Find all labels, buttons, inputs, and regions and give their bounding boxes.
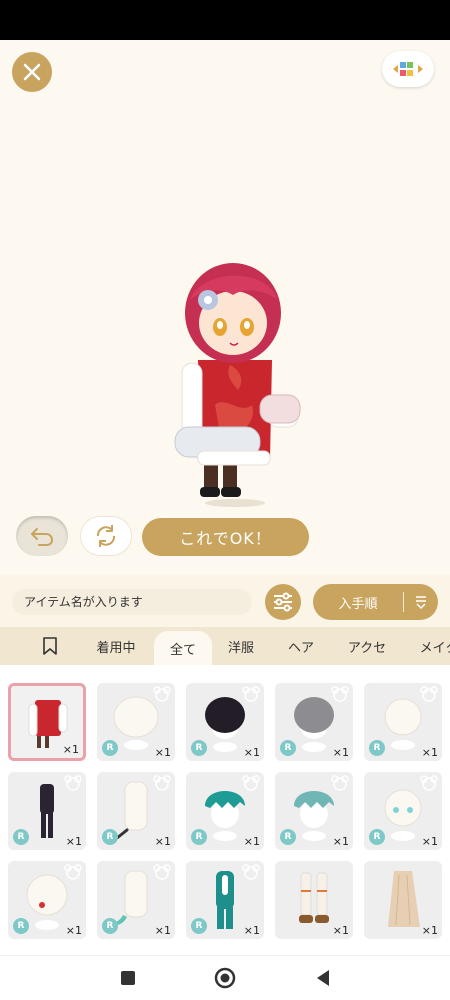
item-tile[interactable]: R ×1 — [97, 861, 175, 939]
item-quantity: ×1 — [154, 746, 171, 759]
item-quantity: ×1 — [243, 746, 260, 759]
item-tile[interactable]: R ×1 — [275, 772, 353, 850]
item-quantity: ×1 — [421, 746, 438, 759]
bear-icon — [242, 686, 260, 702]
item-quantity: ×1 — [154, 835, 171, 848]
confirm-button[interactable]: これでOK！ — [142, 518, 309, 556]
item-quantity: ×1 — [332, 924, 349, 937]
recents-button[interactable] — [113, 963, 143, 993]
close-button[interactable] — [12, 52, 52, 92]
rotate-icon — [96, 525, 116, 547]
item-tile[interactable]: ×1 — [8, 683, 86, 761]
item-tile[interactable]: R ×1 — [186, 772, 264, 850]
item-tile[interactable]: R ×1 — [364, 683, 442, 761]
tab-clothes[interactable]: 洋服 — [220, 627, 262, 665]
square-icon — [121, 971, 135, 985]
item-quantity: ×1 — [154, 924, 171, 937]
item-quantity: ×1 — [332, 746, 349, 759]
sort-button[interactable]: 入手順 — [313, 584, 438, 620]
bear-icon — [153, 686, 171, 702]
bear-icon — [242, 864, 260, 880]
bear-icon — [331, 686, 349, 702]
bookmark-icon — [43, 637, 57, 655]
item-quantity: ×1 — [62, 743, 79, 756]
item-quantity: ×1 — [421, 835, 438, 848]
tab-hair[interactable]: ヘア — [280, 627, 322, 665]
item-quantity: ×1 — [65, 924, 82, 937]
sort-label: 入手順 — [338, 596, 378, 612]
sliders-icon — [274, 592, 292, 612]
item-quantity: ×1 — [243, 924, 260, 937]
category-tabs: 着用中 全て 洋服 ヘア アクセ メイク — [0, 627, 450, 665]
system-nav-bar — [0, 955, 450, 1000]
item-tile[interactable]: R ×1 — [97, 683, 175, 761]
item-tile[interactable]: R ×1 — [8, 861, 86, 939]
item-quantity: ×1 — [243, 835, 260, 848]
rarity-badge: R — [280, 740, 296, 756]
item-grid: ×1 R ×1 R ×1 R ×1 R ×1 R ×1 R ×1 R ×1 R … — [0, 665, 450, 955]
item-quantity: ×1 — [332, 835, 349, 848]
rarity-badge: R — [280, 829, 296, 845]
tab-accessory[interactable]: アクセ — [340, 627, 394, 665]
tab-all[interactable]: 全て — [154, 631, 212, 665]
item-tile[interactable]: R ×1 — [364, 772, 442, 850]
color-blocks-icon — [393, 62, 423, 76]
filter-button[interactable] — [265, 584, 301, 620]
item-tile[interactable]: R ×1 — [8, 772, 86, 850]
undo-icon — [31, 528, 54, 546]
item-tile[interactable]: R ×1 — [186, 683, 264, 761]
bear-icon — [420, 775, 438, 791]
rarity-badge: R — [191, 918, 207, 934]
item-tile[interactable]: R ×1 — [275, 683, 353, 761]
rarity-badge: R — [102, 829, 118, 845]
bear-icon — [64, 864, 82, 880]
close-icon — [23, 63, 41, 81]
back-triangle-icon — [317, 970, 329, 986]
item-quantity: ×1 — [65, 835, 82, 848]
search-input[interactable] — [12, 589, 252, 615]
rarity-badge: R — [369, 740, 385, 756]
undo-button[interactable] — [16, 516, 68, 556]
rarity-badge: R — [191, 740, 207, 756]
bear-icon — [242, 775, 260, 791]
rarity-badge: R — [102, 918, 118, 934]
item-tile[interactable]: R ×1 — [97, 772, 175, 850]
item-tile[interactable]: R ×1 — [186, 861, 264, 939]
switch-view-button[interactable] — [382, 51, 434, 87]
back-button[interactable] — [308, 963, 338, 993]
bear-icon — [420, 686, 438, 702]
circle-icon — [214, 967, 236, 989]
tab-bookmark[interactable] — [30, 627, 70, 665]
status-bar — [0, 0, 450, 40]
sort-order-icon[interactable] — [404, 594, 438, 610]
home-button[interactable] — [210, 963, 240, 993]
rarity-badge: R — [102, 740, 118, 756]
tab-wearing[interactable]: 着用中 — [88, 627, 144, 665]
bear-icon — [153, 775, 171, 791]
rarity-badge: R — [369, 829, 385, 845]
rarity-badge: R — [13, 918, 29, 934]
item-tile[interactable]: ×1 — [275, 861, 353, 939]
avatar-character — [174, 263, 301, 507]
bear-icon — [64, 775, 82, 791]
rarity-badge: R — [191, 829, 207, 845]
rotate-button[interactable] — [80, 516, 132, 556]
rarity-badge: R — [13, 829, 29, 845]
bear-icon — [331, 775, 349, 791]
item-quantity: ×1 — [421, 924, 438, 937]
item-tile[interactable]: ×1 — [364, 861, 442, 939]
tab-makeup[interactable]: メイク — [412, 627, 450, 665]
bear-icon — [153, 864, 171, 880]
